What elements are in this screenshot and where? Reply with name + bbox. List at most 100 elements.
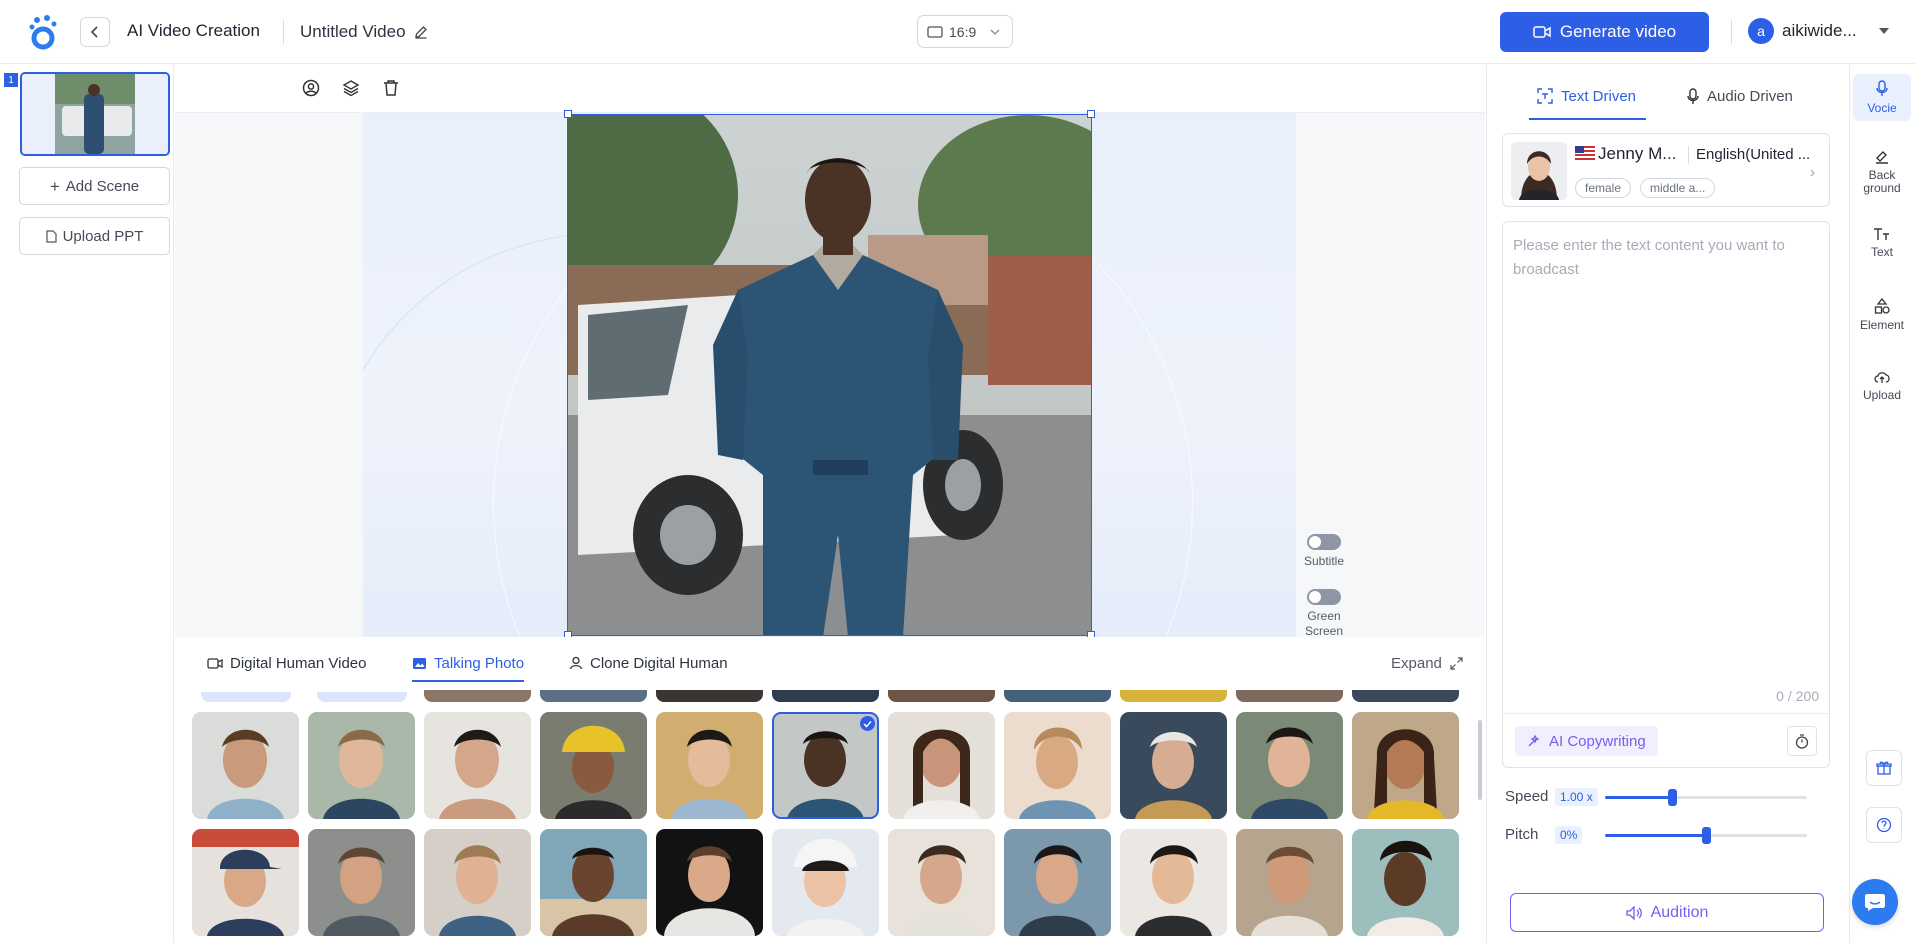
scene-thumbnail[interactable]: [20, 72, 170, 156]
avatar-thumbnail[interactable]: [424, 829, 531, 936]
tab-audio-driven[interactable]: Audio Driven: [1687, 82, 1793, 110]
avatar-thumbnail[interactable]: [192, 712, 299, 819]
upload-ppt-button[interactable]: Upload PPT: [19, 217, 170, 255]
ai-copywriting-button[interactable]: AI Copywriting: [1515, 726, 1658, 756]
app-logo-icon[interactable]: [28, 14, 58, 50]
video-title-text: Untitled Video: [300, 22, 406, 41]
tab-text-driven[interactable]: Text Driven: [1537, 82, 1636, 110]
divider: [1688, 146, 1689, 164]
add-scene-label: Add Scene: [65, 177, 140, 195]
talking-photo-frame[interactable]: [567, 114, 1092, 636]
text-icon: [1874, 228, 1889, 240]
video-title[interactable]: Untitled Video: [300, 22, 428, 42]
avatar-thumbnail[interactable]: [1004, 712, 1111, 819]
avatar-thumbnail-selected[interactable]: [772, 712, 879, 819]
gift-button[interactable]: [1866, 750, 1902, 786]
rail-item-text[interactable]: Text: [1853, 227, 1911, 259]
avatar-thumbnail[interactable]: [192, 829, 299, 936]
pitch-slider-knob[interactable]: [1702, 827, 1711, 844]
aspect-ratio-select[interactable]: 16:9: [917, 15, 1013, 48]
list-item[interactable]: [1120, 690, 1227, 702]
expand-button[interactable]: Expand: [1391, 655, 1463, 672]
shapes-icon: [1874, 298, 1890, 314]
avatar-thumbnail[interactable]: [1352, 829, 1459, 936]
avatar-thumbnail[interactable]: [308, 829, 415, 936]
tab-digital-human-video[interactable]: Digital Human Video: [207, 648, 366, 678]
ai-copywriting-label: AI Copywriting: [1549, 732, 1646, 750]
rail-label: Element: [1859, 318, 1905, 332]
resize-handle[interactable]: [1087, 110, 1095, 118]
avatar[interactable]: a: [1748, 18, 1774, 44]
speed-slider-knob[interactable]: [1667, 789, 1677, 806]
list-item[interactable]: [888, 690, 995, 702]
audition-button[interactable]: Audition: [1510, 893, 1824, 932]
rail-item-element[interactable]: Element: [1853, 298, 1911, 332]
resize-handle[interactable]: [564, 110, 572, 118]
avatar-thumbnail[interactable]: [540, 829, 647, 936]
speed-value: 1.00 x: [1555, 788, 1598, 806]
stopwatch-icon: [1795, 733, 1809, 749]
rail-item-upload[interactable]: Upload: [1853, 370, 1911, 402]
voice-selector[interactable]: Jenny M... English(United ... female mid…: [1502, 133, 1830, 207]
avatar-thumbnail[interactable]: [1004, 829, 1111, 936]
list-item[interactable]: [772, 690, 879, 702]
list-item[interactable]: [1004, 690, 1111, 702]
screen-icon: [927, 25, 943, 38]
avatar-thumbnail[interactable]: [1236, 829, 1343, 936]
layers-icon[interactable]: [341, 78, 361, 98]
check-icon: [860, 716, 875, 731]
avatar-icon[interactable]: [301, 78, 321, 98]
chevron-down-icon: [990, 29, 1000, 35]
help-button[interactable]: [1866, 807, 1902, 843]
script-text-area[interactable]: Please enter the text content you want t…: [1502, 221, 1830, 768]
voice-avatar: [1511, 142, 1567, 200]
avatar-thumbnail[interactable]: [308, 712, 415, 819]
library-scrollbar[interactable]: [1478, 720, 1482, 800]
avatar-thumbnail[interactable]: [540, 712, 647, 819]
timer-button[interactable]: [1787, 726, 1817, 756]
avatar-thumbnail[interactable]: [656, 829, 763, 936]
username[interactable]: aikiwide...: [1782, 21, 1857, 41]
rail-item-voice[interactable]: Vocie: [1853, 74, 1911, 121]
avatar-thumbnail[interactable]: [424, 712, 531, 819]
trash-icon[interactable]: [381, 78, 401, 98]
upload-ppt-label: Upload PPT: [62, 227, 144, 245]
back-button[interactable]: [80, 17, 110, 47]
speaker-icon: [1625, 905, 1642, 920]
list-item[interactable]: [1236, 690, 1343, 702]
rail-item-background[interactable]: Back ground: [1853, 148, 1911, 195]
list-item[interactable]: [308, 690, 415, 702]
list-item[interactable]: [424, 690, 531, 702]
app-title: AI Video Creation: [127, 21, 260, 40]
list-item[interactable]: [656, 690, 763, 702]
pencil-icon[interactable]: [414, 25, 428, 39]
speed-slider[interactable]: [1605, 789, 1807, 806]
avatar-thumbnail[interactable]: [1120, 829, 1227, 936]
caret-down-icon[interactable]: [1879, 28, 1889, 34]
list-item[interactable]: [1352, 690, 1459, 702]
upload-cloud-icon: [1874, 372, 1890, 383]
green-screen-toggle[interactable]: [1307, 589, 1341, 605]
list-item[interactable]: [540, 690, 647, 702]
tab-label: Text Driven: [1561, 87, 1637, 105]
subtitle-toggle[interactable]: [1307, 534, 1341, 550]
pitch-slider[interactable]: [1605, 827, 1807, 844]
avatar-thumbnail[interactable]: [656, 712, 763, 819]
generate-video-button[interactable]: Generate video: [1500, 12, 1709, 52]
avatar-thumbnail[interactable]: [888, 829, 995, 936]
script-placeholder: Please enter the text content you want t…: [1513, 237, 1785, 278]
avatar-row: [192, 829, 1459, 936]
avatar-thumbnail[interactable]: [1352, 712, 1459, 819]
generate-video-label: Generate video: [1559, 22, 1677, 41]
chat-support-button[interactable]: [1852, 879, 1898, 925]
avatar-thumbnail[interactable]: [772, 829, 879, 936]
tab-clone-digital-human[interactable]: Clone Digital Human: [569, 648, 728, 678]
tab-talking-photo[interactable]: Talking Photo: [412, 648, 525, 682]
help-circle-icon: [1876, 817, 1892, 833]
add-scene-button[interactable]: + Add Scene: [19, 167, 170, 205]
list-item[interactable]: [192, 690, 299, 702]
avatar-thumbnail[interactable]: [1120, 712, 1227, 819]
avatar-thumbnail[interactable]: [888, 712, 995, 819]
magic-wand-icon: [1528, 734, 1540, 747]
avatar-thumbnail[interactable]: [1236, 712, 1343, 819]
